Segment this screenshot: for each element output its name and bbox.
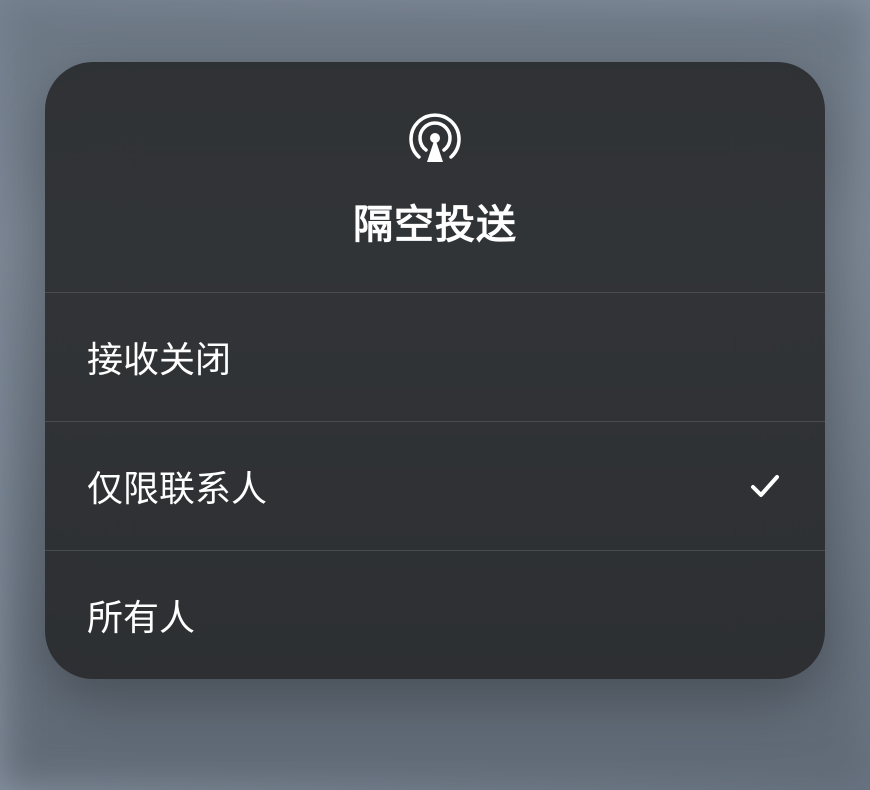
option-label: 接收关闭	[87, 331, 231, 383]
option-label: 所有人	[87, 589, 195, 641]
options-list: 接收关闭 仅限联系人 所有人	[45, 293, 825, 679]
panel-header: 隔空投送	[45, 62, 825, 293]
option-everyone[interactable]: 所有人	[45, 551, 825, 679]
airdrop-panel: 隔空投送 接收关闭 仅限联系人 所有人	[45, 62, 825, 679]
checkmark-icon	[747, 468, 783, 504]
option-receiving-off[interactable]: 接收关闭	[45, 293, 825, 422]
option-contacts-only[interactable]: 仅限联系人	[45, 422, 825, 551]
panel-title: 隔空投送	[353, 192, 517, 250]
option-label: 仅限联系人	[87, 460, 267, 512]
airdrop-icon	[407, 110, 463, 166]
